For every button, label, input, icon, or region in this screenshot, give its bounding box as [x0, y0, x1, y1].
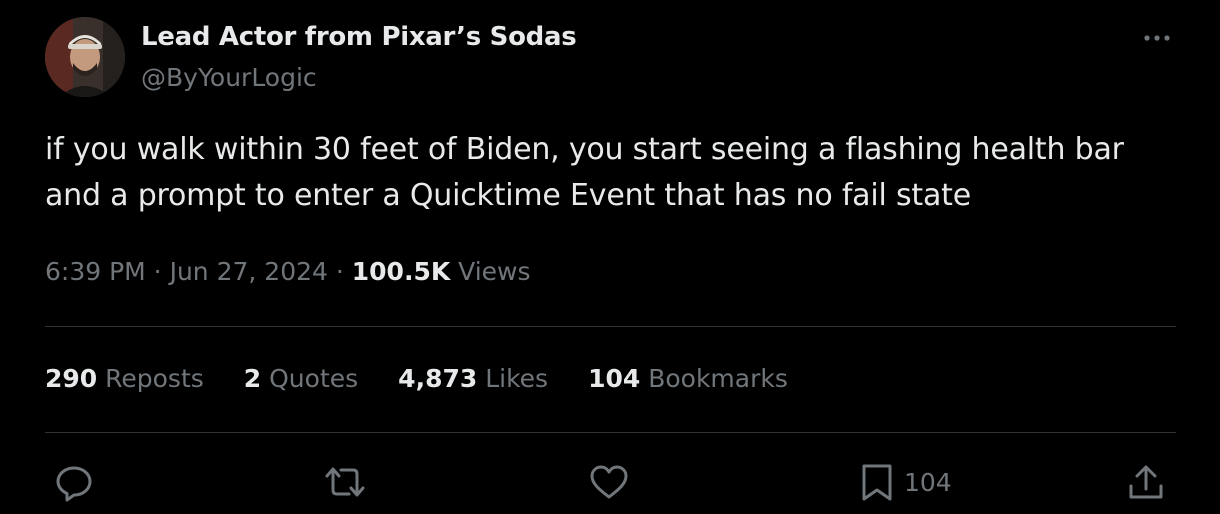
divider	[45, 326, 1176, 327]
share-icon	[1129, 465, 1163, 499]
tweet-date[interactable]: Jun 27, 2024	[170, 257, 328, 286]
bookmarks-stat[interactable]: 104 Bookmarks	[588, 364, 788, 393]
like-button[interactable]	[586, 458, 632, 506]
quotes-label: Quotes	[261, 364, 359, 393]
share-button[interactable]	[1124, 458, 1168, 506]
author-display-name[interactable]: Lead Actor from Pixar’s Sodas	[141, 22, 577, 52]
tweet-text-line: if you walk within 30 feet of Biden, you…	[45, 132, 1124, 167]
bookmark-icon	[862, 464, 892, 501]
repost-button[interactable]	[322, 458, 368, 506]
views-count: 100.5K	[351, 257, 451, 286]
tweet: Lead Actor from Pixar’s Sodas @ByYourLog…	[0, 0, 1220, 514]
more-icon	[1144, 35, 1170, 41]
quotes-stat[interactable]: 2 Quotes	[244, 364, 358, 393]
reply-button[interactable]	[52, 458, 96, 506]
reposts-count: 290	[45, 364, 98, 393]
repost-icon	[325, 467, 365, 497]
reply-icon	[56, 466, 92, 502]
avatar-photo	[45, 17, 125, 97]
bookmark-button[interactable]: 104	[858, 458, 952, 506]
author-handle[interactable]: @ByYourLogic	[141, 63, 317, 92]
tweet-text: if you walk within 30 feet of Biden, you…	[45, 127, 1185, 219]
divider	[45, 432, 1176, 433]
heart-icon	[590, 465, 628, 499]
reposts-stat[interactable]: 290 Reposts	[45, 364, 204, 393]
reposts-label: Reposts	[97, 364, 204, 393]
bookmarks-label: Bookmarks	[640, 364, 788, 393]
tweet-text-line: and a prompt to enter a Quicktime Event …	[45, 178, 971, 213]
meta-separator: ·	[327, 257, 352, 286]
tweet-stats: 290 Reposts 2 Quotes 4,873 Likes 104 Boo…	[45, 364, 828, 393]
bookmarks-count: 104	[588, 364, 641, 393]
likes-label: Likes	[477, 364, 549, 393]
likes-stat[interactable]: 4,873 Likes	[398, 364, 548, 393]
bookmark-count: 104	[904, 467, 952, 497]
more-options-button[interactable]	[1134, 24, 1180, 52]
views-label: Views	[450, 257, 531, 286]
tweet-time[interactable]: 6:39 PM	[45, 257, 146, 286]
avatar[interactable]	[45, 17, 125, 97]
tweet-meta: 6:39 PM · Jun 27, 2024 · 100.5K Views	[45, 257, 531, 286]
meta-separator: ·	[145, 257, 170, 286]
quotes-count: 2	[243, 364, 262, 393]
likes-count: 4,873	[398, 364, 478, 393]
